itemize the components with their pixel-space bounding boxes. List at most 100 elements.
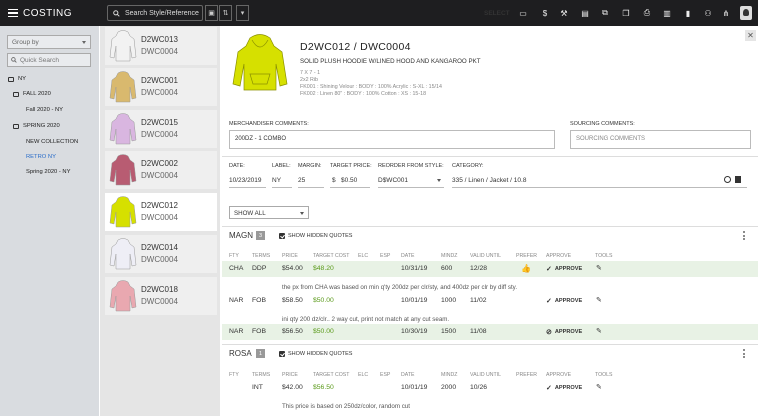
clear-icon[interactable]: [724, 176, 731, 183]
divider: [222, 344, 758, 345]
edit-icon[interactable]: ✎: [596, 296, 602, 304]
chevron-down-icon: [437, 179, 441, 182]
merch-comments-field[interactable]: 200DZ - 1 COMBO: [229, 130, 555, 149]
style-reference: DWC0004: [141, 255, 178, 264]
copy-alt-icon[interactable]: ❐: [621, 8, 631, 18]
more-options-icon[interactable]: [743, 349, 745, 358]
mindz-cell: 1500: [441, 328, 457, 335]
style-card[interactable]: D2WC013 DWC0004: [105, 27, 217, 65]
show-all-select[interactable]: SHOW ALL: [229, 206, 309, 219]
date-label: DATE:: [229, 163, 245, 169]
close-icon[interactable]: ✕: [745, 30, 756, 41]
style-reference: DWC0004: [141, 213, 178, 222]
hamburger-menu-icon[interactable]: [8, 9, 18, 17]
tree-label: Spring 2020 - NY: [26, 169, 71, 175]
bookmark-icon[interactable]: ▮: [683, 8, 693, 18]
garment-thumbnail: [109, 196, 137, 228]
spec-line: 2x2 Rib: [300, 77, 318, 83]
terms-cell: INT: [252, 384, 263, 391]
style-card[interactable]: D2WC002 DWC0004: [105, 151, 217, 189]
quick-search-input[interactable]: Quick Search: [7, 53, 91, 67]
divider: [222, 156, 758, 157]
column-header: FTY: [229, 372, 239, 378]
edit-icon[interactable]: ✎: [596, 327, 602, 335]
style-title: D2WC012 / DWC0004: [300, 41, 411, 53]
tree-item-ny[interactable]: NY: [8, 76, 26, 82]
date-cell: 10/01/19: [401, 384, 428, 391]
column-header: PREFER: [516, 372, 538, 378]
target-price-label: TARGET PRICE:: [330, 163, 372, 169]
show-hidden-checkbox[interactable]: [279, 351, 285, 357]
document-icon[interactable]: ▤: [580, 8, 590, 18]
margin-field[interactable]: 25: [298, 177, 305, 184]
user-avatar-icon[interactable]: [740, 6, 752, 20]
tree-item-spring-2020[interactable]: SPRING 2020: [13, 123, 60, 129]
folder-icon: [13, 91, 19, 97]
terms-cell: FOB: [252, 297, 266, 304]
reorder-select[interactable]: D$WC001: [378, 177, 408, 184]
spec-line: 7 X 7 - 1: [300, 70, 321, 76]
thumbs-up-icon[interactable]: 👍: [521, 264, 531, 273]
approve-button[interactable]: ✓ APPROVE: [546, 297, 582, 305]
column-header: TARGET COST: [313, 253, 350, 259]
column-header: ELC: [358, 372, 369, 378]
tree-item-new-collection[interactable]: NEW COLLECTION: [26, 139, 78, 145]
tree-icon[interactable]: ⋔: [721, 8, 731, 18]
label-underline: [272, 187, 292, 188]
show-hidden-checkbox[interactable]: [279, 233, 285, 239]
people-icon[interactable]: ⚇: [703, 8, 713, 18]
column-header: APPROVE: [546, 253, 572, 259]
tree-item-fall-2020-ny[interactable]: Fall 2020 - NY: [26, 107, 63, 113]
target-price-field[interactable]: $0.50: [341, 177, 357, 184]
label-field[interactable]: NY: [272, 177, 281, 184]
vendor-name: MAGN: [229, 231, 253, 240]
date-field[interactable]: 10/23/2019: [229, 177, 262, 184]
factory-cell: NAR: [229, 297, 244, 304]
sidebar: [0, 26, 99, 416]
approve-button[interactable]: ⊘ APPROVE: [546, 328, 582, 336]
copy-icon[interactable]: ⧉: [600, 8, 610, 18]
sourcing-comments-field[interactable]: SOURCING COMMENTS: [570, 130, 751, 149]
filter-icon[interactable]: ▾: [236, 5, 249, 21]
quick-search-placeholder: Quick Search: [20, 56, 60, 64]
select-button[interactable]: SELECT: [484, 10, 510, 17]
list-icon[interactable]: [735, 176, 741, 183]
style-card[interactable]: D2WC012 DWC0004: [105, 193, 217, 231]
column-header: MINDZ: [441, 253, 458, 259]
sort-icon[interactable]: ⇅: [219, 5, 232, 21]
category-field[interactable]: 335 / Linen / Jacket / 10.8: [452, 177, 526, 184]
edit-icon[interactable]: ✎: [596, 264, 602, 272]
column-header: ELC: [358, 253, 369, 259]
tree-item-fall-2020[interactable]: FALL 2020: [13, 91, 51, 97]
hammer-icon[interactable]: ⚒: [559, 8, 569, 18]
gallery-view-icon[interactable]: ▣: [205, 5, 218, 21]
folder-icon[interactable]: ▭: [518, 8, 528, 18]
style-card[interactable]: D2WC015 DWC0004: [105, 110, 217, 148]
margin-label: MARGIN:: [298, 163, 322, 169]
style-card[interactable]: D2WC001 DWC0004: [105, 68, 217, 106]
valid-until-cell: 12/28: [470, 265, 488, 272]
garment-thumbnail: [109, 280, 137, 312]
style-reference: DWC0004: [141, 130, 178, 139]
style-code: D2WC002: [141, 159, 178, 168]
category-underline: [452, 187, 747, 188]
column-header: TERMS: [252, 253, 271, 259]
tree-label: FALL 2020: [23, 91, 51, 97]
dollar-icon[interactable]: $: [540, 8, 550, 18]
edit-icon[interactable]: ✎: [596, 383, 602, 391]
style-card[interactable]: D2WC014 DWC0004: [105, 235, 217, 273]
tree-item-retro-ny[interactable]: RETRO NY: [26, 154, 56, 160]
groupby-select[interactable]: Group by: [7, 35, 91, 49]
approve-button[interactable]: ✓ APPROVE: [546, 384, 582, 392]
search-input[interactable]: Search Style/Reference: [107, 5, 203, 21]
style-code: D2WC013: [141, 35, 178, 44]
target-currency: $: [332, 177, 336, 184]
more-options-icon[interactable]: [743, 231, 745, 240]
style-code: D2WC015: [141, 118, 178, 127]
trash-icon[interactable]: ▥: [662, 8, 672, 18]
approve-button[interactable]: ✓ APPROVE: [546, 265, 582, 273]
quote-comment: ini qty 200 dz/clr.. 2 way cut, print no…: [282, 316, 450, 323]
tree-item-spring-2020-ny[interactable]: Spring 2020 - NY: [26, 169, 70, 175]
print-icon[interactable]: ⎙: [642, 8, 652, 18]
style-card[interactable]: D2WC018 DWC0004: [105, 277, 217, 315]
